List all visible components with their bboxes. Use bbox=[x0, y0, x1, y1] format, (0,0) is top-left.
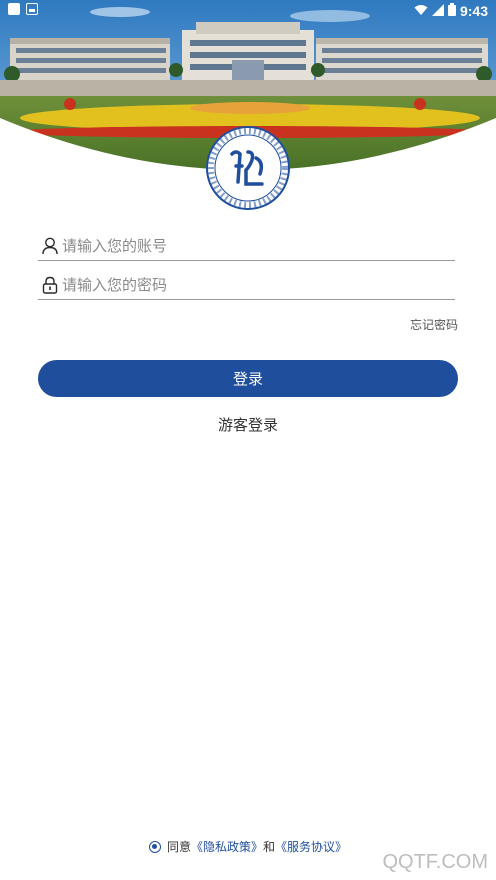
college-emblem-logo bbox=[206, 126, 290, 210]
login-button[interactable]: 登录 bbox=[38, 360, 458, 397]
app-notification-icon bbox=[8, 3, 20, 15]
agreement-prefix: 同意 bbox=[166, 840, 191, 854]
signal-icon bbox=[431, 1, 444, 20]
battery-icon bbox=[447, 1, 456, 20]
user-icon bbox=[40, 236, 60, 256]
forgot-password-link[interactable]: 忘记密码 bbox=[410, 316, 458, 333]
privacy-policy-link[interactable]: 《隐私政策》 bbox=[191, 838, 263, 855]
status-time: 9:43 bbox=[459, 2, 488, 19]
image-notification-icon bbox=[26, 3, 38, 15]
agree-radio[interactable] bbox=[148, 840, 161, 853]
service-agreement-link[interactable]: 《服务协议》 bbox=[275, 838, 347, 855]
account-field[interactable] bbox=[38, 232, 455, 261]
account-input[interactable] bbox=[62, 234, 455, 258]
agreement-conjunction: 和 bbox=[263, 840, 276, 854]
agree-radio-dot bbox=[152, 844, 158, 849]
status-bar: 9:43 bbox=[0, 0, 496, 20]
password-input[interactable] bbox=[62, 273, 455, 297]
wifi-icon bbox=[414, 1, 428, 20]
password-field[interactable] bbox=[38, 271, 455, 300]
lock-icon bbox=[40, 275, 60, 295]
guest-login-link[interactable]: 游客登录 bbox=[0, 414, 496, 435]
watermark: QQTF.COM bbox=[382, 851, 488, 873]
